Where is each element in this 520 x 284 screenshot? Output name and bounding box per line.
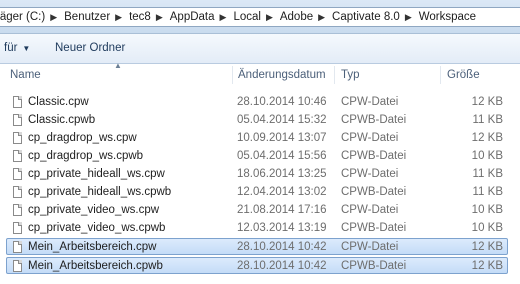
- column-date[interactable]: Änderungsdatum: [238, 64, 326, 86]
- file-row[interactable]: Classic.cpwb 05.04.2014 15:32 CPWB-Datei…: [6, 111, 508, 128]
- file-date: 05.04.2014 15:56: [237, 150, 327, 162]
- chevron-right-icon[interactable]: ▶: [113, 8, 126, 26]
- document-icon: [13, 222, 22, 234]
- chevron-down-icon: ▼: [22, 44, 31, 53]
- column-divider[interactable]: [440, 66, 441, 84]
- breadcrumb-drive[interactable]: räger (C:): [0, 8, 48, 26]
- column-name[interactable]: Name: [10, 64, 41, 86]
- file-date: 21.08.2014 17:16: [237, 204, 327, 216]
- file-row[interactable]: cp_dragdrop_ws.cpw 10.09.2014 13:07 CPW-…: [6, 129, 508, 146]
- column-divider[interactable]: [334, 66, 335, 84]
- breadcrumb-captivate[interactable]: Captivate 8.0: [329, 8, 403, 26]
- file-row[interactable]: cp_dragdrop_ws.cpwb 05.04.2014 15:56 CPW…: [6, 147, 508, 164]
- file-row[interactable]: cp_private_video_ws.cpw 21.08.2014 17:16…: [6, 201, 508, 218]
- breadcrumb-workspace[interactable]: Workspace: [416, 8, 479, 26]
- column-type[interactable]: Typ: [341, 64, 360, 86]
- column-size[interactable]: Größe: [447, 64, 480, 86]
- file-name: cp_private_hideall_ws.cpwb: [28, 186, 172, 198]
- breadcrumb-appdata[interactable]: AppData: [167, 8, 218, 26]
- file-type: CPWB-Datei: [341, 260, 407, 272]
- document-icon: [13, 186, 22, 198]
- file-type: CPWB-Datei: [341, 150, 407, 162]
- file-date: 12.04.2014 13:02: [237, 186, 327, 198]
- file-size: 12 KB: [471, 260, 503, 272]
- file-size: 12 KB: [471, 132, 503, 144]
- file-size: 11 KB: [472, 114, 503, 126]
- file-date: 05.04.2014 15:32: [237, 114, 327, 126]
- share-with-label: für: [4, 42, 18, 54]
- document-icon: [13, 150, 22, 162]
- chevron-right-icon[interactable]: ▶: [218, 8, 231, 26]
- file-date: 10.09.2014 13:07: [237, 132, 327, 144]
- file-type: CPW-Datei: [341, 241, 399, 253]
- breadcrumb-local[interactable]: Local: [230, 8, 264, 26]
- column-divider[interactable]: [232, 66, 233, 84]
- breadcrumb-adobe[interactable]: Adobe: [277, 8, 316, 26]
- chevron-right-icon[interactable]: ▶: [403, 8, 416, 26]
- breadcrumb-tec8[interactable]: tec8: [126, 8, 154, 26]
- file-size: 12 KB: [471, 96, 503, 108]
- document-icon: [13, 204, 22, 216]
- file-row[interactable]: cp_private_hideall_ws.cpwb 12.04.2014 13…: [6, 183, 508, 200]
- file-size: 10 KB: [471, 222, 503, 234]
- file-date: 28.10.2014 10:42: [237, 260, 327, 272]
- file-name: cp_dragdrop_ws.cpwb: [28, 150, 144, 162]
- share-with-button[interactable]: für ▼: [4, 34, 30, 63]
- file-row[interactable]: cp_private_video_ws.cpwb 12.03.2014 13:1…: [6, 219, 508, 236]
- file-row[interactable]: cp_private_hideall_ws.cpw 18.06.2014 13:…: [6, 165, 508, 182]
- file-date: 28.10.2014 10:42: [237, 241, 327, 253]
- new-folder-label: Neuer Ordner: [55, 42, 126, 54]
- address-bar: räger (C:) ▶ Benutzer ▶ tec8 ▶ AppData ▶ Local ▶ A…: [0, 0, 520, 34]
- chevron-right-icon[interactable]: ▶: [316, 8, 329, 26]
- file-type: CPW-Datei: [341, 168, 399, 180]
- file-type: CPWB-Datei: [341, 222, 407, 234]
- file-name: cp_dragdrop_ws.cpw: [28, 132, 137, 144]
- file-name: Classic.cpw: [28, 96, 89, 108]
- file-name: cp_private_video_ws.cpwb: [28, 222, 166, 234]
- command-bar: für ▼ Neuer Ordner: [0, 34, 520, 64]
- column-header: ▲ Name Änderungsdatum Typ Größe: [0, 61, 520, 86]
- sort-up-icon: ▲: [114, 61, 122, 70]
- file-date: 12.03.2014 13:19: [237, 222, 327, 234]
- document-icon: [13, 114, 22, 126]
- chevron-right-icon[interactable]: ▶: [264, 8, 277, 26]
- file-name: Classic.cpwb: [28, 114, 96, 126]
- file-row-selected[interactable]: Mein_Arbeitsbereich.cpwb 28.10.2014 10:4…: [6, 257, 508, 274]
- chevron-right-icon[interactable]: ▶: [154, 8, 167, 26]
- file-size: 10 KB: [471, 204, 503, 216]
- chevron-right-icon[interactable]: ▶: [48, 8, 61, 26]
- file-row[interactable]: Classic.cpw 28.10.2014 10:46 CPW-Datei 1…: [6, 93, 508, 110]
- file-type: CPWB-Datei: [341, 114, 407, 126]
- document-icon: [13, 168, 22, 180]
- document-icon: [13, 132, 22, 144]
- file-date: 28.10.2014 10:46: [237, 96, 327, 108]
- file-date: 18.06.2014 13:25: [237, 168, 327, 180]
- document-icon: [13, 96, 22, 108]
- file-type: CPW-Datei: [341, 96, 399, 108]
- file-name: cp_private_hideall_ws.cpw: [28, 168, 165, 180]
- file-name: cp_private_video_ws.cpw: [28, 204, 160, 216]
- file-type: CPW-Datei: [341, 132, 399, 144]
- document-icon: [13, 241, 22, 253]
- file-name: Mein_Arbeitsbereich.cpw: [28, 241, 157, 253]
- file-size: 10 KB: [471, 150, 503, 162]
- document-icon: [13, 260, 22, 272]
- file-row-selected[interactable]: Mein_Arbeitsbereich.cpw 28.10.2014 10:42…: [6, 238, 508, 255]
- file-type: CPWB-Datei: [341, 186, 407, 198]
- new-folder-button[interactable]: Neuer Ordner: [55, 34, 125, 63]
- file-size: 11 KB: [472, 186, 503, 198]
- file-type: CPW-Datei: [341, 204, 399, 216]
- file-size: 12 KB: [471, 241, 503, 253]
- file-size: 11 KB: [472, 168, 503, 180]
- file-name: Mein_Arbeitsbereich.cpwb: [28, 260, 163, 272]
- breadcrumb-benutzer[interactable]: Benutzer: [61, 8, 113, 26]
- breadcrumb[interactable]: räger (C:) ▶ Benutzer ▶ tec8 ▶ AppData ▶ Local ▶ A…: [0, 7, 520, 27]
